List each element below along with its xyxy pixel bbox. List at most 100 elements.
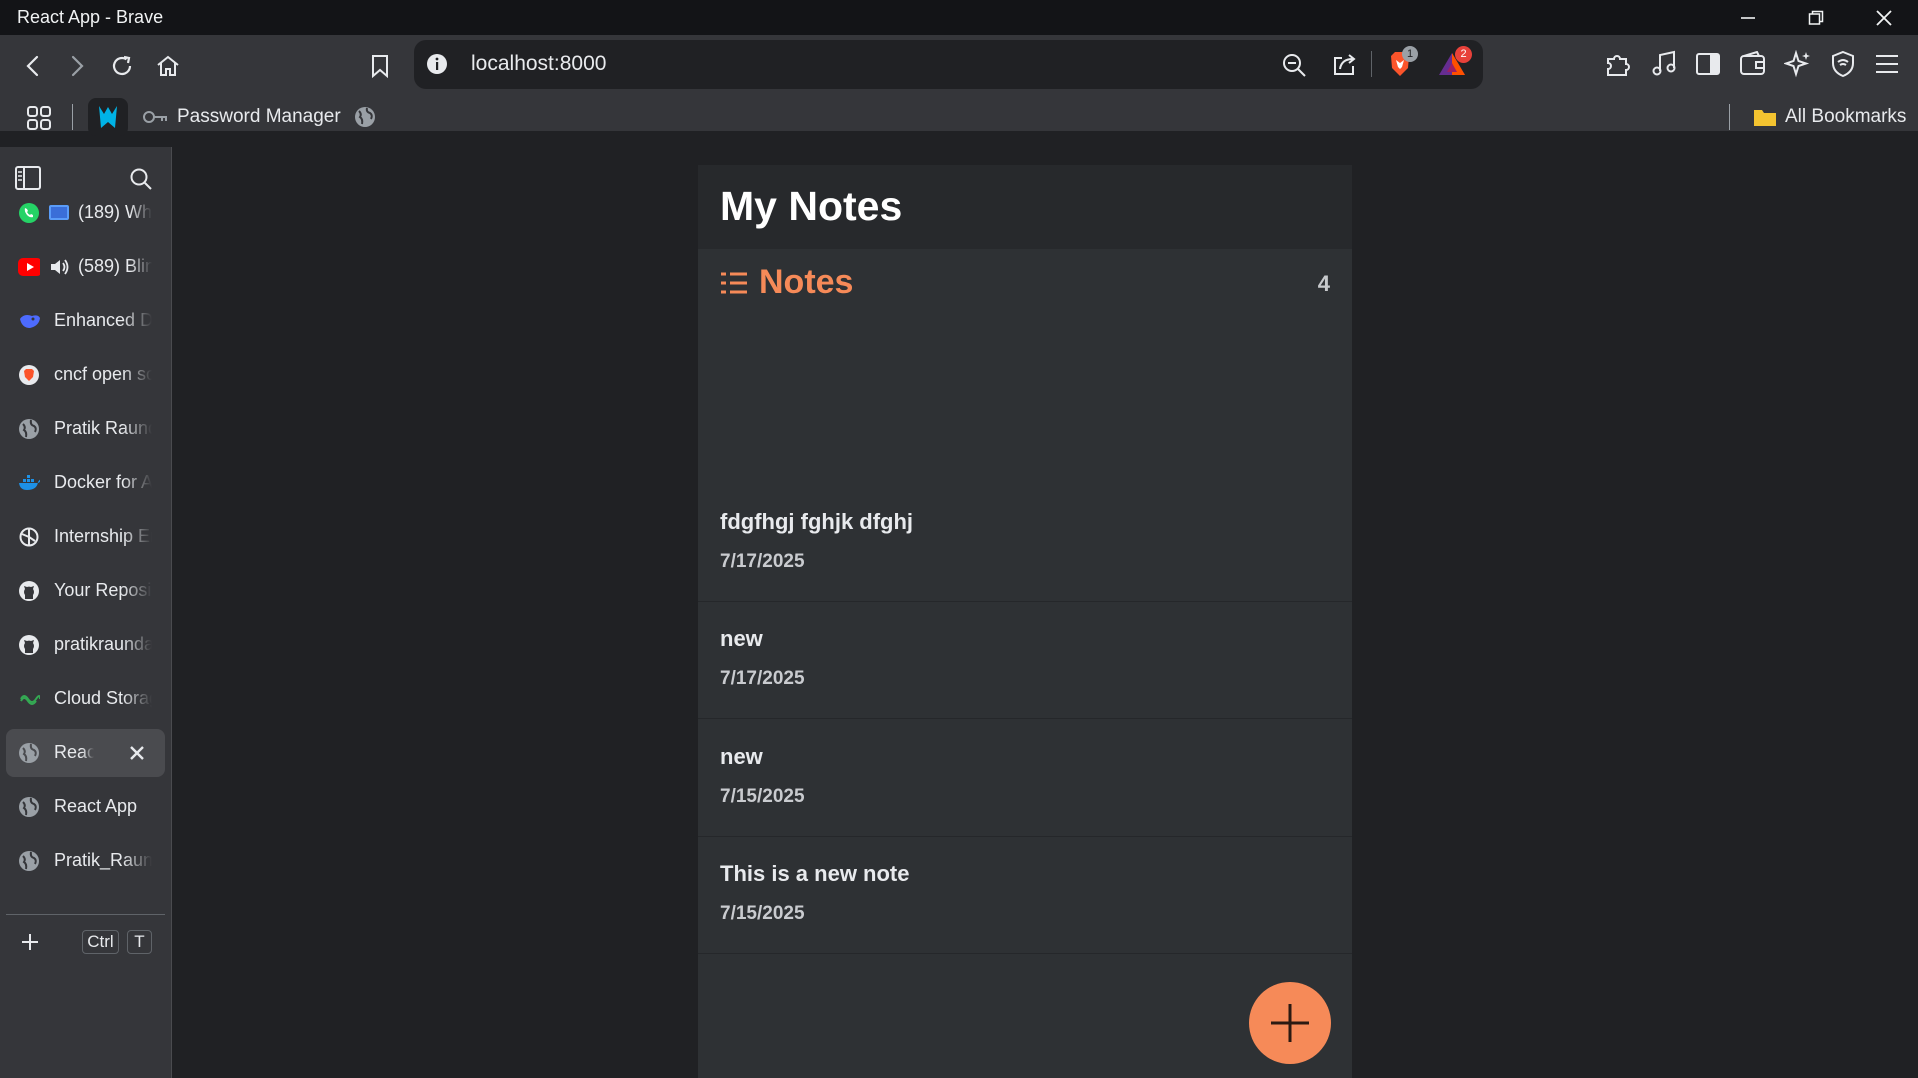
reload-button[interactable] [106, 50, 138, 82]
bookmark-icon [372, 55, 388, 78]
reload-icon [112, 55, 132, 76]
note-item[interactable]: new 7/15/2025 [698, 720, 1352, 837]
tab-label: cncf open source [54, 364, 152, 384]
add-note-button[interactable] [1249, 982, 1331, 1064]
home-icon [157, 55, 179, 76]
new-tab-button[interactable] [18, 930, 42, 954]
site-info-icon[interactable] [426, 53, 448, 75]
share-icon [1334, 54, 1356, 75]
home-button[interactable] [152, 50, 184, 82]
urlbar-divider [1371, 51, 1372, 77]
tab-label: Enhanced Docs [54, 310, 152, 330]
main-menu-button[interactable] [1871, 48, 1903, 80]
bookmark-password-manager[interactable]: Password Manager [177, 106, 341, 128]
close-icon [1876, 9, 1892, 26]
globe-icon [18, 742, 40, 764]
github-icon [18, 634, 40, 656]
folder-icon [1752, 105, 1778, 129]
bookmark-app-logo[interactable] [88, 98, 128, 136]
note-item[interactable]: new 7/17/2025 [698, 602, 1352, 719]
tab-item[interactable]: Cloud Storage [6, 675, 165, 723]
youtube-icon [18, 256, 40, 278]
tab-item[interactable]: cncf open source [6, 351, 165, 399]
vertical-tabs-sidebar: (189) WhatsApp (589) Blind Enhanced Docs… [0, 147, 172, 1078]
back-button[interactable] [17, 50, 49, 82]
puzzle-icon [1607, 55, 1630, 76]
tab-item-active[interactable]: React App [6, 729, 165, 777]
plus-icon [22, 934, 38, 950]
share-button[interactable] [1331, 51, 1359, 79]
bookmark-globe[interactable] [352, 104, 378, 130]
media-button[interactable] [1648, 48, 1680, 80]
tab-label: pratikraundale [54, 634, 152, 654]
url-text[interactable]: localhost:8000 [471, 52, 606, 76]
notes-section-header: Notes [720, 263, 853, 302]
tab-item[interactable]: Enhanced Docs [6, 297, 165, 345]
sidebar-toggle-button[interactable] [1692, 48, 1724, 80]
address-bar[interactable]: localhost:8000 1 2 [414, 40, 1483, 89]
close-window-button[interactable] [1850, 0, 1918, 35]
tab-item[interactable]: Pratik Raundale [6, 405, 165, 453]
wallet-button[interactable] [1737, 48, 1769, 80]
grid-icon [27, 106, 51, 130]
globe-icon [355, 107, 375, 127]
note-date: 7/15/2025 [720, 786, 805, 807]
sidebar-panel-icon [1696, 53, 1720, 75]
bookmark-page-button[interactable] [364, 50, 396, 82]
tab-sharing-icon [49, 205, 69, 220]
note-item[interactable]: This is a new note 7/15/2025 [698, 837, 1352, 954]
note-title: new [720, 626, 763, 651]
note-date: 7/17/2025 [720, 668, 805, 689]
note-title: This is a new note [720, 861, 910, 886]
bookmarks-divider [72, 104, 73, 130]
restore-icon [1808, 10, 1824, 25]
tab-item[interactable]: Internship Email [6, 513, 165, 561]
tab-label: Pratik_Raundale [54, 850, 152, 870]
music-note-icon [1652, 50, 1676, 76]
vpn-button[interactable] [1827, 48, 1859, 80]
brave-shields-button[interactable]: 1 [1384, 46, 1418, 80]
extensions-button[interactable] [1602, 48, 1634, 80]
tab-item[interactable]: Docker for Android [6, 459, 165, 507]
bookmarks-divider-right [1729, 104, 1730, 130]
minimize-icon [1741, 16, 1755, 19]
list-icon [721, 272, 747, 293]
chatgpt-icon [18, 526, 40, 548]
tab-item[interactable]: pratikraundale [6, 621, 165, 669]
sidebar-layout-icon [15, 166, 41, 190]
tab-label: (189) WhatsApp [78, 202, 152, 222]
rewards-count-badge: 2 [1455, 46, 1472, 63]
all-bookmarks-link[interactable]: All Bookmarks [1785, 106, 1906, 128]
tab-label: Cloud Storage [54, 688, 152, 708]
plus-icon [1271, 1004, 1309, 1042]
apps-grid-button[interactable] [24, 103, 54, 133]
note-item[interactable]: fdgfhgj fghjk dfghj 7/17/2025 [698, 485, 1352, 602]
note-title: new [720, 744, 763, 769]
leo-ai-button[interactable] [1782, 48, 1814, 80]
tab-label: Your Repositories [54, 580, 152, 600]
tab-item[interactable]: (589) Blind [6, 243, 165, 291]
tab-item[interactable]: Pratik_Raundale [6, 837, 165, 885]
note-date: 7/17/2025 [720, 551, 805, 572]
forward-button[interactable] [61, 50, 93, 82]
shields-count-badge: 1 [1402, 46, 1418, 62]
speaker-icon[interactable] [49, 257, 71, 282]
tab-item[interactable]: Your Repositories [6, 567, 165, 615]
sidebar-divider [6, 914, 165, 915]
hamburger-menu-icon [1876, 55, 1898, 73]
tab-label: (589) Blind [78, 256, 152, 276]
brave-search-icon [18, 364, 40, 386]
tab-item[interactable]: React App [6, 783, 165, 831]
zoom-button[interactable] [1280, 51, 1308, 79]
notes-count: 4 [1317, 271, 1330, 296]
back-arrow-icon [26, 55, 39, 77]
window-title: React App - Brave [17, 7, 164, 27]
close-tab-icon[interactable] [128, 744, 146, 767]
globe-icon [18, 418, 40, 440]
logo-icon [99, 106, 117, 128]
tab-item[interactable]: (189) WhatsApp [6, 189, 165, 237]
globe-icon [18, 850, 40, 872]
restore-button[interactable] [1782, 0, 1850, 35]
brave-rewards-button[interactable]: 2 [1436, 46, 1472, 80]
minimize-button[interactable] [1714, 0, 1782, 35]
